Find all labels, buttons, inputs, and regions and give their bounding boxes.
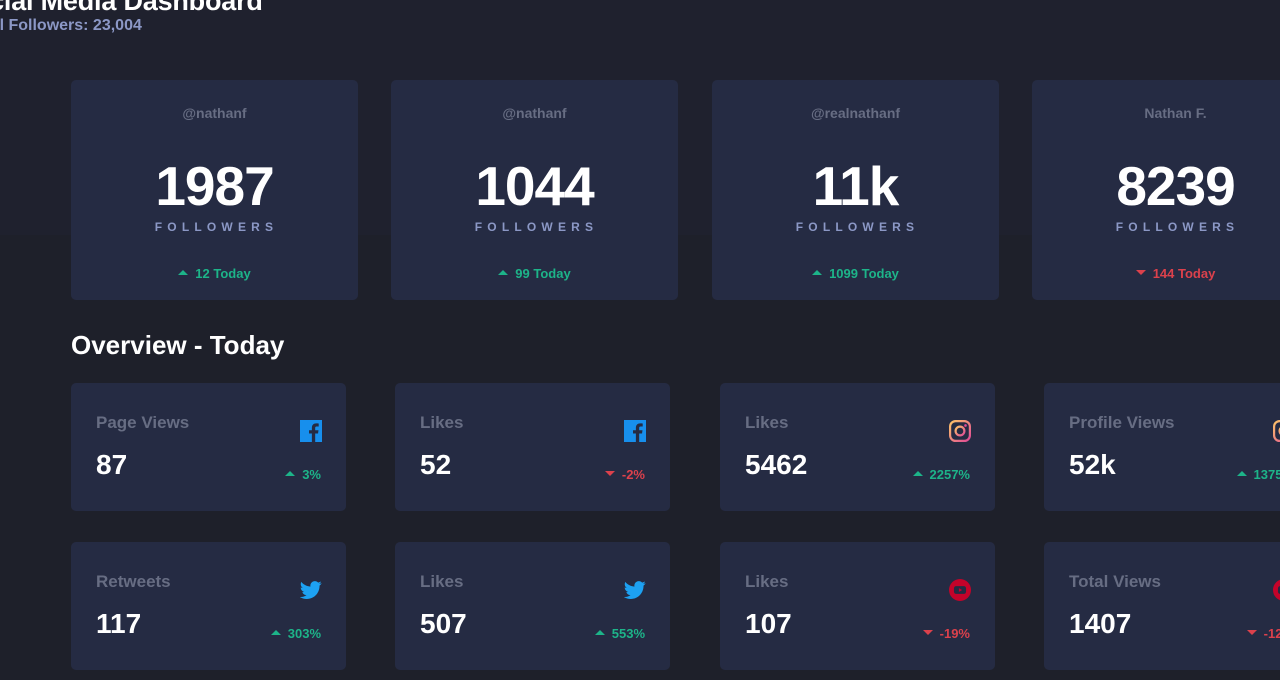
follower-count: 1044 bbox=[475, 155, 594, 217]
daily-change: 12 Today bbox=[71, 266, 358, 281]
metric-change-text: 303% bbox=[287, 626, 321, 641]
arrow-up-icon bbox=[594, 630, 605, 636]
followers-label: FOLLOWERS bbox=[1115, 220, 1240, 234]
metric-value: 87 bbox=[96, 449, 128, 480]
metric-change-text: 553% bbox=[611, 626, 645, 641]
metric-change: 2257% bbox=[912, 467, 970, 482]
overview-title: Overview - Today bbox=[71, 330, 285, 360]
metric-label: Total Views bbox=[1069, 572, 1161, 591]
arrow-up-icon bbox=[178, 270, 189, 276]
twitter-icon bbox=[300, 581, 322, 599]
youtube-icon bbox=[1273, 579, 1280, 601]
followers-label: FOLLOWERS bbox=[795, 220, 920, 234]
follower-count: 11k bbox=[812, 155, 900, 217]
metric-value: 117 bbox=[96, 608, 142, 639]
total-followers: Total Followers: 23,004 bbox=[0, 17, 142, 34]
metric-change: 553% bbox=[594, 626, 645, 641]
metric-change-text: 3% bbox=[302, 467, 321, 482]
metric-label: Likes bbox=[420, 572, 464, 591]
metric-value: 5462 bbox=[745, 449, 808, 480]
metric-label: Likes bbox=[420, 413, 464, 432]
arrow-down-icon bbox=[922, 630, 933, 636]
arrow-down-icon bbox=[604, 471, 615, 477]
arrow-down-icon bbox=[1246, 630, 1257, 636]
overview-tile: Likes 107 -19% bbox=[720, 542, 995, 670]
instagram-icon bbox=[1273, 420, 1280, 442]
page-title: Social Media Dashboard bbox=[0, 0, 263, 16]
account-handle[interactable]: @nathanf bbox=[71, 105, 358, 121]
account-handle[interactable]: Nathan F. bbox=[1032, 105, 1280, 121]
daily-change-text: 1099 Today bbox=[829, 266, 899, 281]
arrow-down-icon bbox=[1135, 270, 1146, 276]
arrow-up-icon bbox=[498, 270, 509, 276]
overview-tile: Likes 5462 2257% bbox=[720, 383, 995, 511]
metric-value: 107 bbox=[745, 608, 792, 639]
followers-label: FOLLOWERS bbox=[474, 220, 599, 234]
overview-tile: Retweets 117 303% bbox=[71, 542, 346, 670]
daily-change: 144 Today bbox=[1032, 266, 1280, 281]
follower-count: 8239 bbox=[1116, 155, 1235, 217]
account-handle[interactable]: @nathanf bbox=[391, 105, 678, 121]
arrow-up-icon bbox=[812, 270, 823, 276]
arrow-up-icon bbox=[1236, 471, 1247, 477]
metric-value: 52 bbox=[420, 449, 452, 480]
arrow-up-icon bbox=[285, 471, 296, 477]
daily-change-text: 144 Today bbox=[1152, 266, 1216, 281]
metric-change: 303% bbox=[270, 626, 321, 641]
metric-label: Likes bbox=[745, 572, 789, 591]
overview-tile: Page Views 87 3% bbox=[71, 383, 346, 511]
account-handle[interactable]: @realnathanf bbox=[712, 105, 999, 121]
overview-tile: Likes 52 -2% bbox=[395, 383, 670, 511]
daily-change: 99 Today bbox=[391, 266, 678, 281]
followers-label: FOLLOWERS bbox=[154, 220, 279, 234]
metric-change-text: -12% bbox=[1263, 626, 1280, 641]
arrow-up-icon bbox=[912, 471, 923, 477]
youtube-icon bbox=[949, 579, 971, 601]
metric-value: 1407 bbox=[1069, 608, 1132, 639]
metric-label: Profile Views bbox=[1069, 413, 1175, 432]
facebook-icon bbox=[300, 420, 322, 442]
metric-label: Retweets bbox=[96, 572, 171, 591]
metric-change-text: -2% bbox=[621, 467, 645, 482]
metric-change-text: 1375% bbox=[1253, 467, 1280, 482]
overview-tile: Likes 507 553% bbox=[395, 542, 670, 670]
metric-change: 1375% bbox=[1236, 467, 1280, 482]
follower-card-facebook: @nathanf 1987 FOLLOWERS 12 Today bbox=[71, 80, 358, 300]
follower-card-instagram: @realnathanf 11k FOLLOWERS 1099 Today bbox=[712, 80, 999, 300]
metric-change: 3% bbox=[285, 467, 321, 482]
overview-tile: Total Views 1407 -12% bbox=[1044, 542, 1280, 670]
metric-label: Likes bbox=[745, 413, 789, 432]
follower-card-youtube: Nathan F. 8239 FOLLOWERS 144 Today bbox=[1032, 80, 1280, 300]
follower-count: 1987 bbox=[155, 155, 274, 217]
daily-change: 1099 Today bbox=[712, 266, 999, 281]
metric-label: Page Views bbox=[96, 413, 190, 432]
instagram-icon bbox=[949, 420, 971, 442]
daily-change-text: 99 Today bbox=[515, 266, 571, 281]
metric-change: -19% bbox=[922, 626, 970, 641]
metric-change-text: -19% bbox=[939, 626, 970, 641]
metric-change: -2% bbox=[604, 467, 645, 482]
arrow-up-icon bbox=[270, 630, 281, 636]
twitter-icon bbox=[624, 581, 646, 599]
metric-change-text: 2257% bbox=[929, 467, 970, 482]
daily-change-text: 12 Today bbox=[195, 266, 251, 281]
facebook-icon bbox=[624, 420, 646, 442]
metric-change: -12% bbox=[1246, 626, 1280, 641]
follower-card-twitter: @nathanf 1044 FOLLOWERS 99 Today bbox=[391, 80, 678, 300]
overview-tile: Profile Views 52k 1375% bbox=[1044, 383, 1280, 511]
metric-value: 507 bbox=[420, 608, 467, 639]
metric-value: 52k bbox=[1069, 449, 1116, 480]
